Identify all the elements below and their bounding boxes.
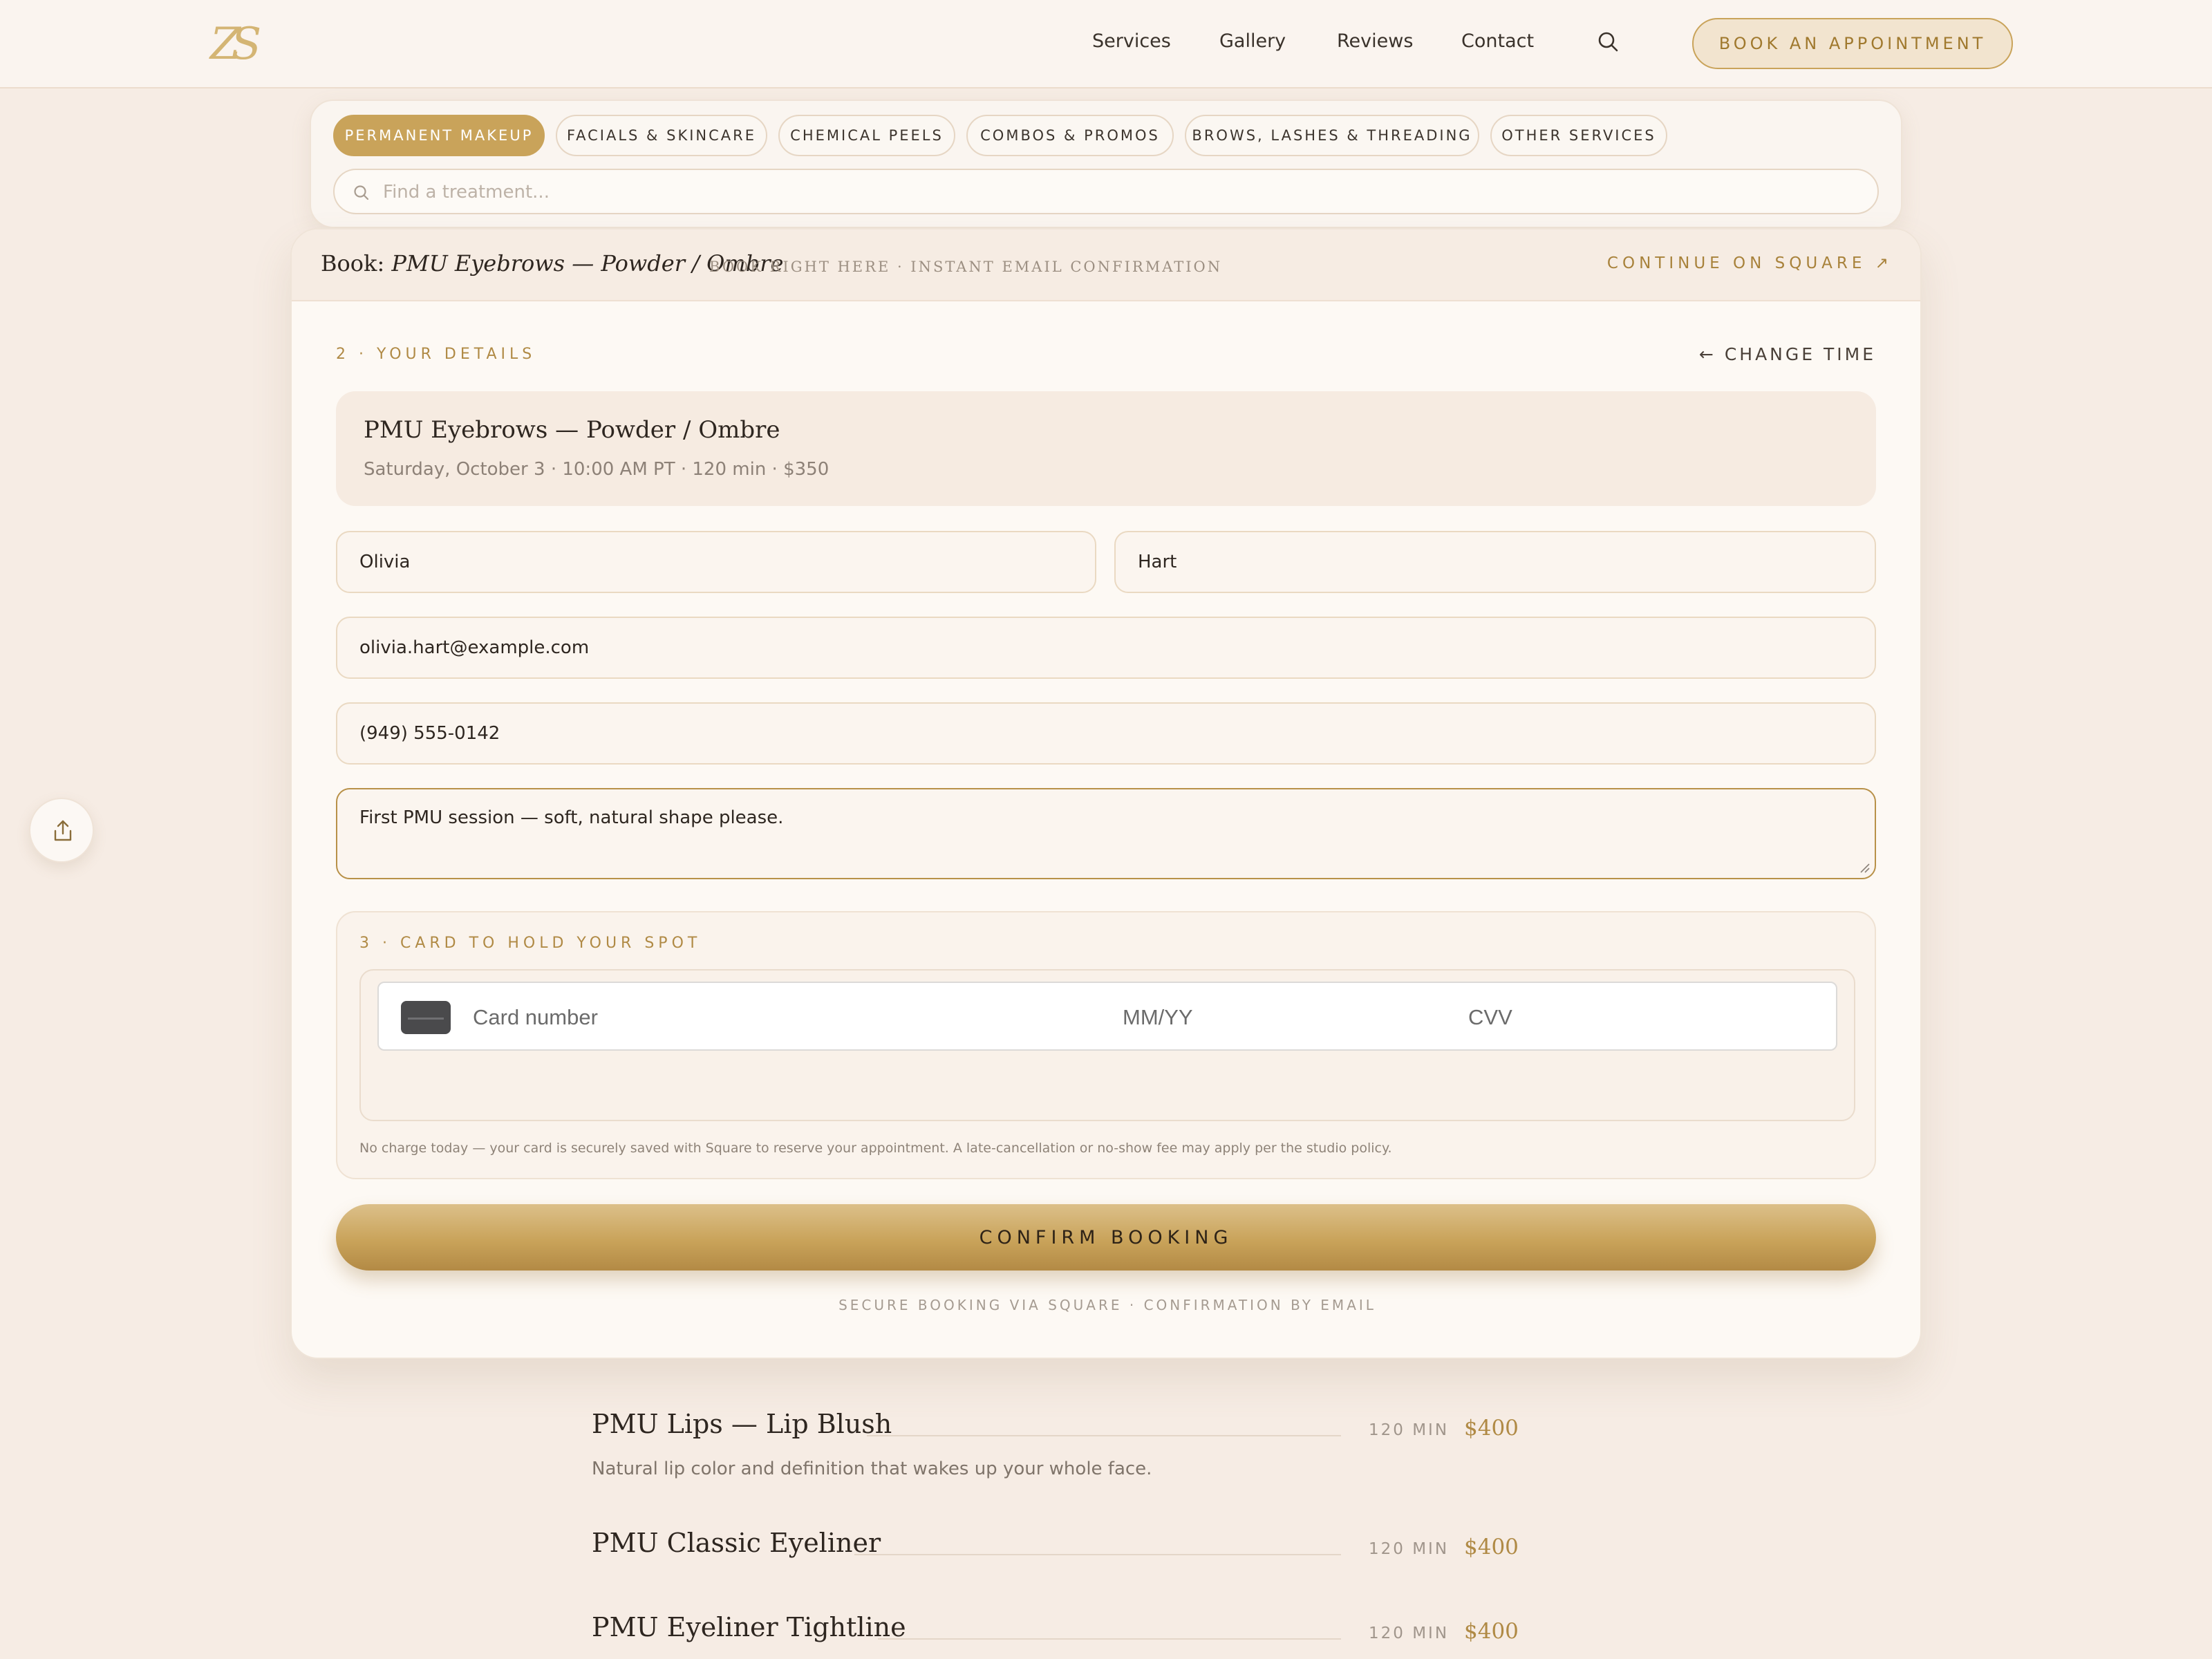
card-cvv-input[interactable]: CVV [1468,1005,1512,1030]
summary-details: Saturday, October 3 · 10:00 AM PT · 120 … [364,459,830,480]
category-pill-other-services[interactable]: OTHER SERVICES [1490,115,1667,156]
service-divider [878,1638,1341,1640]
booking-header: Book: PMU Eyebrows — Powder / Ombre BOOK… [292,229,1920,301]
book-appointment-button[interactable]: BOOK AN APPOINTMENT [1692,18,2013,69]
secure-booking-note: SECURE BOOKING VIA SQUARE · CONFIRMATION… [838,1297,1376,1313]
card-number-input[interactable]: Card number [473,1005,598,1030]
card-expiry-input[interactable]: MM/YY [1123,1005,1193,1030]
resize-handle-icon[interactable] [1858,861,1871,874]
credit-card-icon [401,1001,451,1034]
service-duration: 120 MIN [1369,1540,1450,1558]
service-divider [867,1435,1341,1436]
confirm-booking-button[interactable]: CONFIRM BOOKING [336,1204,1876,1271]
category-pill-combos-promos[interactable]: COMBOS & PROMOS [966,115,1174,156]
service-duration: 120 MIN [1369,1421,1450,1439]
brand-logo[interactable]: ZS [198,18,264,71]
category-pill-chemical-peels[interactable]: CHEMICAL PEELS [778,115,955,156]
card-hold-section: 3 · CARD TO HOLD YOUR SPOT Card number M… [336,911,1876,1179]
notes-field: First PMU session — soft, natural shape … [336,788,1876,879]
category-pill-brows-lashes-threading[interactable]: BROWS, LASHES & THREADING [1185,115,1479,156]
summary-service-name: PMU Eyebrows — Powder / Ombre [364,416,780,444]
share-button[interactable] [29,798,94,863]
appointment-summary: PMU Eyebrows — Powder / Ombre Saturday, … [336,391,1876,506]
service-price: $400 [1464,1416,1519,1441]
service-name: PMU Classic Eyeliner [592,1528,881,1558]
service-description: Natural lip color and definition that wa… [592,1459,1152,1479]
nav-link-services[interactable]: Services [1092,30,1171,52]
treatment-search-input[interactable] [383,177,1835,207]
first-name-field [336,531,1096,593]
category-pill-permanent-makeup[interactable]: PERMANENT MAKEUP [333,115,545,156]
card-disclaimer: No charge today — your card is securely … [359,1141,1392,1156]
card-form-container: Card number MM/YY CVV [359,969,1855,1121]
category-pill-facials-skincare[interactable]: FACIALS & SKINCARE [556,115,767,156]
service-price: $400 [1464,1535,1519,1559]
phone-field [336,702,1876,765]
last-name-input[interactable] [1138,532,1853,592]
email-input[interactable] [359,618,1853,677]
booking-subtitle: BOOK RIGHT HERE · INSTANT EMAIL CONFIRMA… [709,259,1223,275]
step-your-details-label: 2 · YOUR DETAILS [336,346,536,363]
booking-panel: Book: PMU Eyebrows — Powder / Ombre BOOK… [290,228,1922,1359]
nav-link-gallery[interactable]: Gallery [1219,30,1286,52]
last-name-field [1114,531,1876,593]
card-input-row: Card number MM/YY CVV [377,982,1837,1051]
step-card-label: 3 · CARD TO HOLD YOUR SPOT [359,935,702,952]
category-bar: PERMANENT MAKEUP FACIALS & SKINCARE CHEM… [310,100,1902,228]
booking-title-prefix: Book: [321,250,385,276]
nav-link-reviews[interactable]: Reviews [1337,30,1413,52]
nav-link-contact[interactable]: Contact [1461,30,1534,52]
notes-textarea[interactable]: First PMU session — soft, natural shape … [359,807,1853,863]
search-icon[interactable] [1597,30,1620,54]
service-price: $400 [1464,1619,1519,1644]
treatment-search [333,169,1879,214]
service-divider [854,1554,1341,1555]
first-name-input[interactable] [359,532,1073,592]
change-time-link[interactable]: ← CHANGE TIME [1699,344,1876,364]
continue-on-square-link[interactable]: CONTINUE ON SQUARE ↗ [1607,254,1893,272]
service-name: PMU Lips — Lip Blush [592,1409,892,1439]
service-name: PMU Eyeliner Tightline [592,1612,906,1642]
phone-input[interactable] [359,704,1853,763]
search-icon [353,184,371,202]
email-field [336,617,1876,679]
service-duration: 120 MIN [1369,1624,1450,1642]
top-navigation: ZS Services Gallery Reviews Contact BOOK… [0,0,2212,88]
share-icon [54,820,72,841]
